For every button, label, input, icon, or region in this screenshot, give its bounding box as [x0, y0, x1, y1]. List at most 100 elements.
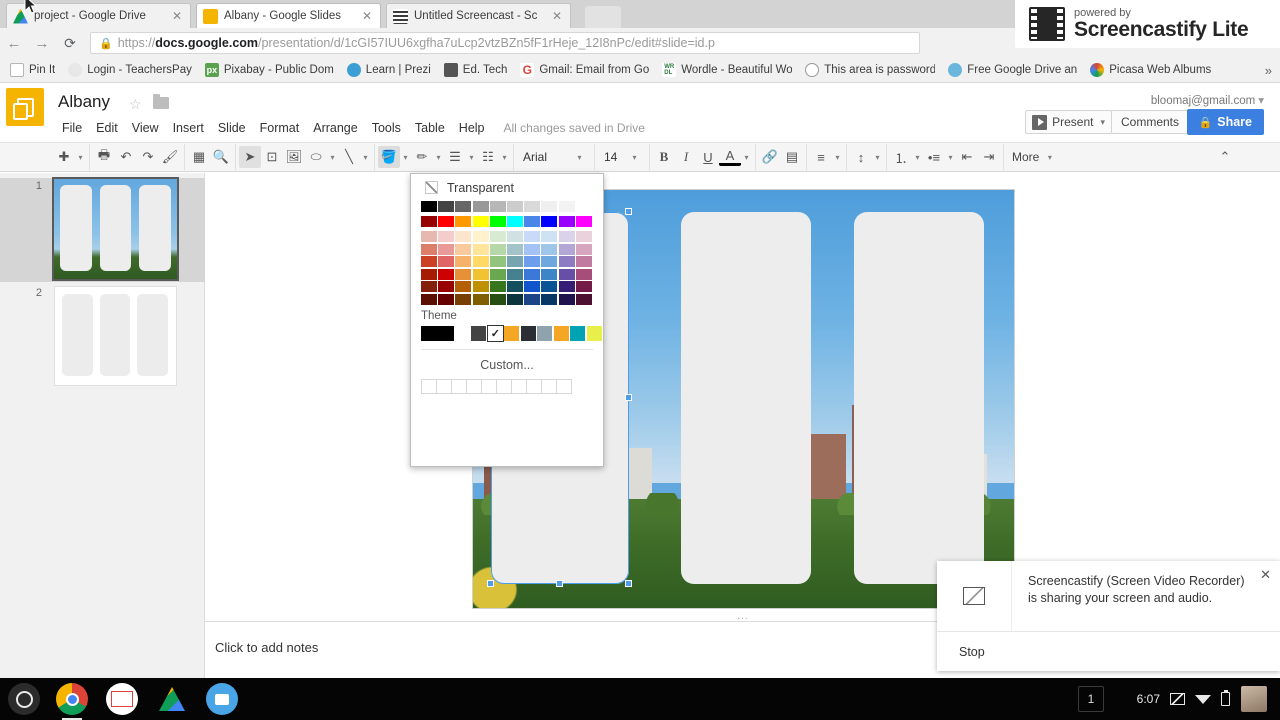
color-swatch[interactable]	[524, 281, 541, 292]
custom-color-swatch[interactable]	[481, 379, 497, 394]
filmstrip-slide-2[interactable]: 2	[0, 285, 205, 389]
color-swatch[interactable]	[558, 216, 575, 227]
resize-handle-s[interactable]	[555, 579, 563, 587]
color-swatch[interactable]	[506, 268, 523, 280]
color-swatch[interactable]	[438, 243, 455, 255]
comments-button[interactable]: Comments	[1110, 110, 1189, 134]
menu-item-tools[interactable]: Tools	[365, 119, 408, 137]
font-family-select[interactable]: Arial ▾	[514, 144, 595, 170]
theme-swatch[interactable]	[570, 325, 586, 341]
present-button[interactable]: Present ▾	[1025, 110, 1112, 134]
menu-item-slide[interactable]: Slide	[211, 119, 253, 137]
bookmark-5[interactable]: G Gmail: Email from Go	[520, 63, 649, 77]
menu-item-format[interactable]: Format	[253, 119, 307, 137]
bookmark-7[interactable]: This area is password	[805, 63, 935, 77]
new-tab-button[interactable]	[585, 6, 621, 28]
gmail-icon[interactable]	[106, 683, 138, 715]
custom-color-swatch[interactable]	[451, 379, 467, 394]
color-swatch[interactable]	[455, 231, 472, 242]
redo-icon[interactable]: ↷	[137, 146, 159, 168]
resize-handle-sw[interactable]	[486, 579, 494, 587]
slides-app-icon[interactable]	[6, 88, 44, 126]
folder-icon[interactable]	[153, 94, 169, 109]
color-swatch[interactable]	[575, 293, 592, 305]
color-swatch[interactable]	[575, 268, 592, 280]
link-icon[interactable]: 🔗	[759, 146, 781, 168]
color-swatch[interactable]	[506, 216, 523, 227]
color-swatch[interactable]	[438, 201, 455, 212]
color-swatch[interactable]	[455, 256, 472, 267]
clock[interactable]: 6:07	[1137, 692, 1160, 706]
color-swatch[interactable]	[489, 293, 506, 305]
browser-tab-2[interactable]: Untitled Screencast - Sc ✕	[386, 3, 571, 28]
launcher-icon[interactable]	[8, 683, 40, 715]
font-size-select[interactable]: 14 ▾	[595, 144, 650, 170]
browser-tab-1[interactable]: Albany - Google Slides ✕	[196, 3, 381, 28]
collapse-toolbar-icon[interactable]: ⌃	[1214, 146, 1236, 168]
text-color-icon[interactable]: A	[719, 148, 741, 166]
resize-handle-se[interactable]	[624, 579, 632, 587]
stop-sharing-button[interactable]: Stop	[937, 631, 1280, 671]
resize-handle-e[interactable]	[624, 393, 632, 401]
color-swatch[interactable]	[455, 216, 472, 227]
color-swatch[interactable]	[541, 216, 558, 227]
reload-icon[interactable]: ⟳	[56, 35, 84, 52]
color-swatch[interactable]	[524, 201, 541, 212]
add-slide-icon[interactable]: ✚	[53, 146, 75, 168]
close-icon[interactable]: ✕	[170, 9, 184, 23]
color-swatch[interactable]	[541, 231, 558, 242]
share-button[interactable]: 🔒 Share	[1186, 109, 1264, 135]
theme-swatch[interactable]	[504, 325, 520, 341]
slide-thumbnail-1[interactable]	[52, 177, 179, 281]
chevron-down-icon[interactable]: ▾	[945, 153, 956, 162]
slide-canvas-area[interactable]: ...	[205, 173, 1280, 622]
color-swatch[interactable]	[506, 243, 523, 255]
color-swatch[interactable]	[472, 256, 489, 267]
color-swatch[interactable]	[506, 281, 523, 292]
color-swatch[interactable]	[524, 243, 541, 255]
theme-swatch[interactable]	[520, 325, 536, 341]
chevron-down-icon[interactable]: ▾	[75, 153, 86, 162]
paint-format-icon[interactable]: 🖌	[159, 146, 181, 168]
forward-icon[interactable]: →	[28, 35, 56, 52]
custom-color-button[interactable]: Custom...	[411, 350, 603, 379]
color-swatch[interactable]	[506, 201, 523, 212]
chevron-down-icon[interactable]: ▾	[912, 153, 923, 162]
color-swatch[interactable]	[421, 201, 437, 212]
line-icon[interactable]: ╲	[338, 146, 360, 168]
color-swatch[interactable]	[524, 293, 541, 305]
color-swatch[interactable]	[489, 216, 506, 227]
menu-item-edit[interactable]: Edit	[89, 119, 125, 137]
bold-icon[interactable]: B	[653, 146, 675, 168]
chevron-down-icon[interactable]: ▾	[327, 153, 338, 162]
custom-color-swatch[interactable]	[556, 379, 572, 394]
chevron-down-icon[interactable]: ▾	[872, 153, 883, 162]
color-swatch[interactable]	[455, 201, 472, 212]
chevron-down-icon[interactable]: ▾	[360, 153, 371, 162]
color-swatch[interactable]	[472, 243, 489, 255]
color-swatch[interactable]	[438, 281, 455, 292]
bookmark-6[interactable]: WR DL Wordle - Beautiful Wo	[662, 63, 792, 77]
custom-color-swatch[interactable]	[421, 379, 437, 394]
shape-icon[interactable]: ⬭	[305, 146, 327, 168]
color-swatch[interactable]	[489, 256, 506, 267]
color-swatch[interactable]	[541, 268, 558, 280]
back-icon[interactable]: ←	[0, 35, 28, 52]
address-bar[interactable]: 🔒 https:// docs.google.com /presentation…	[90, 32, 920, 54]
slide-thumbnail-2[interactable]	[54, 286, 177, 386]
undo-icon[interactable]: ↶	[115, 146, 137, 168]
increase-indent-icon[interactable]: ⇥	[978, 146, 1000, 168]
color-swatch[interactable]	[438, 256, 455, 267]
drive-icon[interactable]	[156, 683, 188, 715]
chrome-icon[interactable]	[56, 683, 88, 720]
theme-swatch[interactable]	[553, 325, 569, 341]
bookmark-3[interactable]: Learn | Prezi	[346, 63, 431, 77]
color-swatch[interactable]	[558, 293, 575, 305]
color-swatch[interactable]	[558, 268, 575, 280]
bookmark-1[interactable]: Login - TeachersPay	[68, 63, 192, 77]
color-swatch[interactable]	[472, 293, 489, 305]
theme-swatch[interactable]	[537, 325, 553, 341]
resize-handle-ne[interactable]	[624, 207, 632, 215]
color-swatch[interactable]	[558, 231, 575, 242]
color-swatch[interactable]	[421, 268, 437, 280]
